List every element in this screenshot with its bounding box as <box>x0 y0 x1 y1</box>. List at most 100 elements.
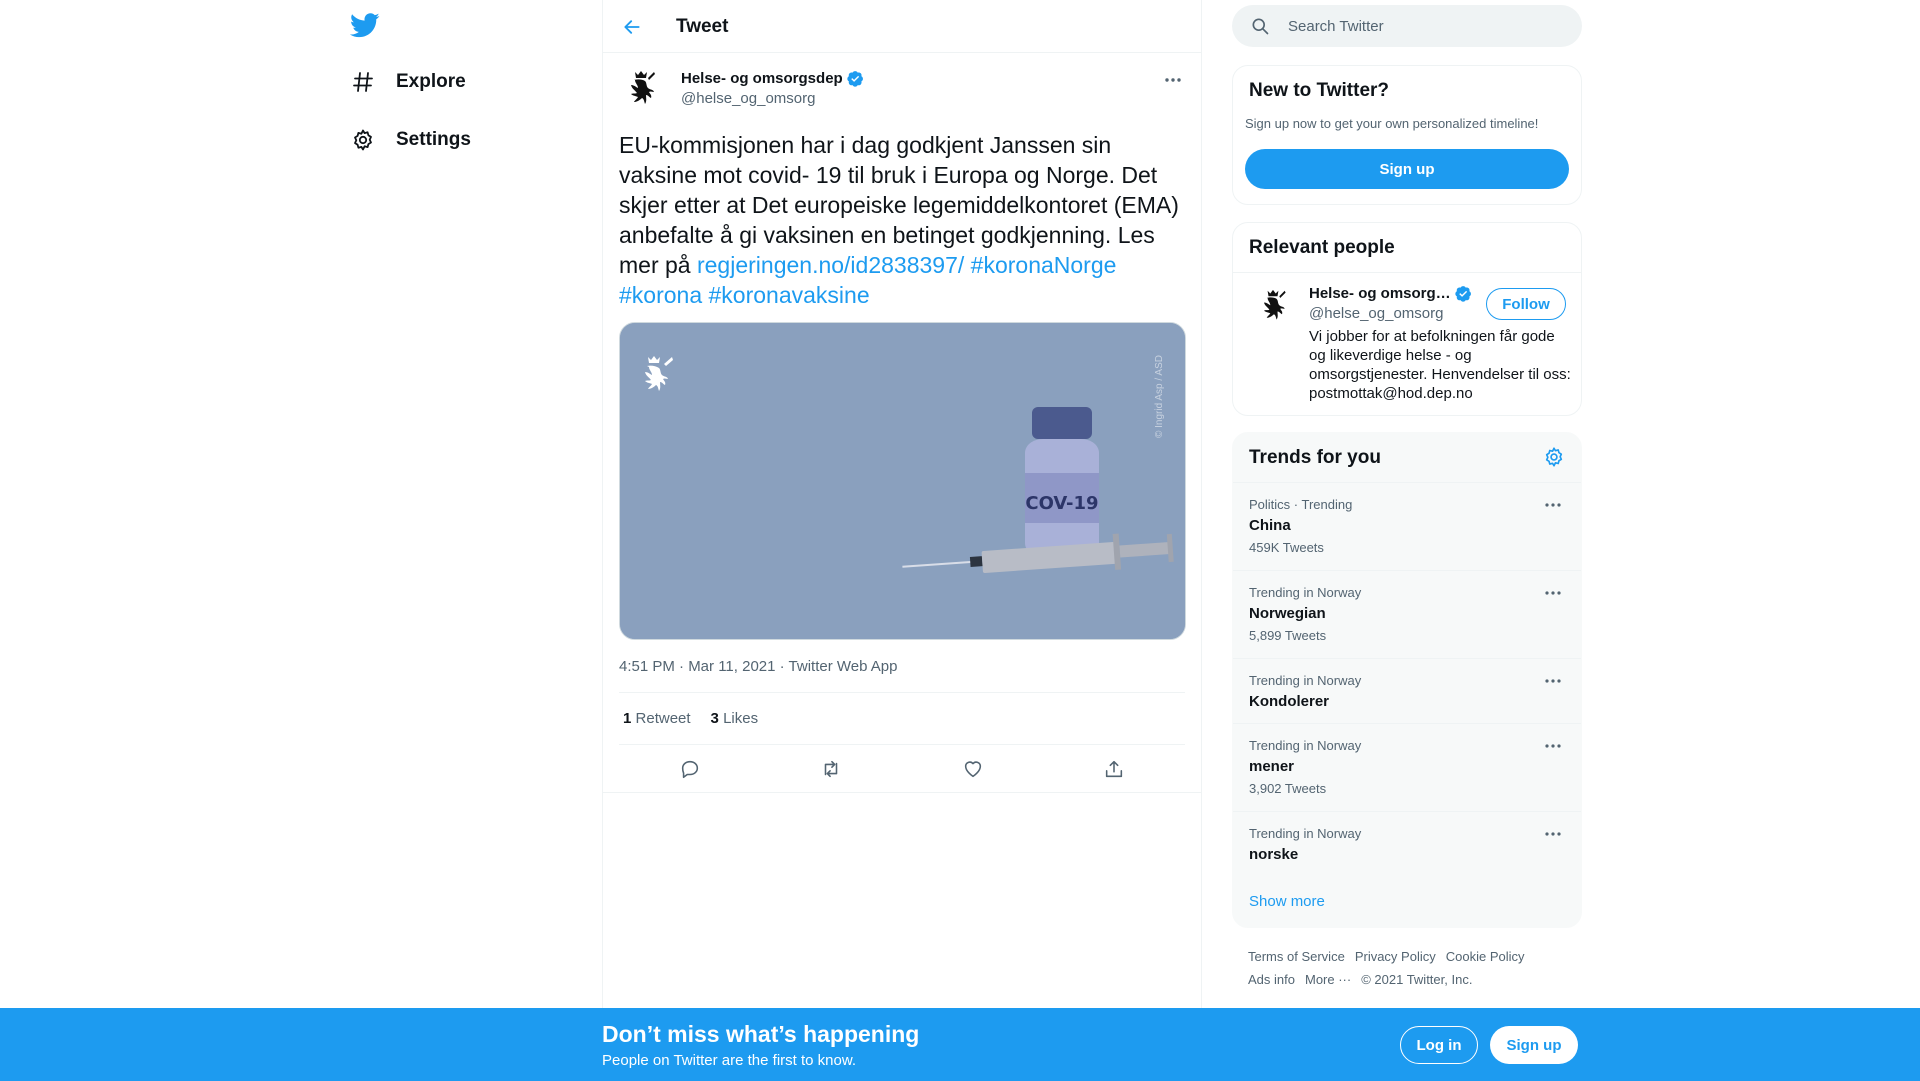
search-bar[interactable] <box>1232 5 1582 47</box>
tweet-more-button[interactable] <box>1161 70 1185 90</box>
share-button[interactable] <box>1099 756 1129 782</box>
reply-button[interactable] <box>675 756 705 782</box>
avatar[interactable] <box>1251 285 1295 329</box>
banner-signup-button[interactable]: Sign up <box>1490 1026 1578 1064</box>
more-dots-icon <box>1545 832 1561 836</box>
divider <box>1233 272 1581 273</box>
divider <box>603 792 1201 793</box>
likes-count: 3 <box>710 710 719 727</box>
author-name[interactable]: Helse- og omsorgsdep <box>681 70 864 87</box>
more-dots-icon <box>1545 679 1561 683</box>
trend-item[interactable]: Trending in Norway norske <box>1233 811 1581 876</box>
person-name-text: Helse- og omsorg… <box>1309 285 1451 302</box>
left-nav: Explore Settings <box>338 0 602 1008</box>
trend-item[interactable]: Trending in Norway Norwegian 5,899 Tweet… <box>1233 570 1581 658</box>
gear-icon[interactable] <box>1543 446 1565 468</box>
trend-item[interactable]: Trending in Norway Kondolerer <box>1233 658 1581 723</box>
hashtag-link[interactable]: #korona <box>619 282 702 308</box>
likes-stat[interactable]: 3 Likes <box>711 710 759 727</box>
nav-settings-label: Settings <box>396 129 471 150</box>
card-title: Relevant people <box>1249 237 1395 258</box>
person-bio: Vi jobber for at befolkningen får gode o… <box>1309 328 1571 402</box>
nav-settings[interactable]: Settings <box>350 116 483 164</box>
footer-link[interactable]: Ads info <box>1248 972 1295 987</box>
share-icon <box>1106 760 1123 778</box>
vaccine-vial: COV-19 <box>1025 407 1099 553</box>
heart-icon <box>964 761 981 778</box>
signup-banner: Don’t miss what’s happening People on Tw… <box>0 1008 1920 1081</box>
trends-card: Trends for you Politics · Trending China… <box>1232 432 1582 928</box>
footer-link[interactable]: More ··· <box>1305 972 1351 987</box>
nav-explore-label: Explore <box>396 71 466 92</box>
image-credit: © Ingrid Asp / ASD <box>1154 355 1165 438</box>
tweet-author: Helse- og omsorgsdep @helse_og_omsorg <box>619 68 1185 114</box>
nav-explore[interactable]: Explore <box>350 58 478 106</box>
trend-count: 459K Tweets <box>1249 540 1324 555</box>
trend-item[interactable]: Politics · Trending China 459K Tweets <box>1233 482 1581 570</box>
tweet-text: EU-kommisjonen har i dag godkjent Jansse… <box>619 130 1189 310</box>
person-name[interactable]: Helse- og omsorg… <box>1309 285 1472 302</box>
sidebar-signup-button[interactable]: Sign up <box>1245 149 1569 189</box>
login-button[interactable]: Log in <box>1400 1026 1478 1064</box>
retweets-label: Retweet <box>635 710 691 727</box>
verified-badge-icon <box>847 71 863 87</box>
follow-button[interactable]: Follow <box>1486 288 1566 320</box>
trend-more-button[interactable] <box>1541 583 1565 603</box>
tweet-actions <box>619 756 1185 782</box>
banner-subtitle: People on Twitter are the first to know. <box>602 1052 857 1069</box>
trend-more-button[interactable] <box>1541 736 1565 756</box>
reply-icon <box>681 760 698 779</box>
tweet-stats: 1 Retweet 3 Likes <box>623 710 778 727</box>
footer-link[interactable]: Terms of Service <box>1248 949 1345 964</box>
card-title: Trends for you <box>1249 447 1381 468</box>
search-input[interactable] <box>1288 17 1568 35</box>
footer-link[interactable]: Privacy Policy <box>1355 949 1436 964</box>
page-title: Tweet <box>676 16 729 37</box>
tweet-image[interactable]: © Ingrid Asp / ASD COV-19 <box>619 322 1186 640</box>
likes-label: Likes <box>723 710 759 727</box>
show-more-link[interactable]: Show more <box>1249 893 1325 910</box>
footer-link[interactable]: Cookie Policy <box>1446 949 1525 964</box>
more-dots-icon <box>1545 744 1561 748</box>
tweet-column: Tweet Helse- og omsorgsdep @helse_og_oms… <box>602 0 1202 1008</box>
trend-more-button[interactable] <box>1541 495 1565 515</box>
tweet-link[interactable]: regjeringen.no/id2838397/ <box>697 252 964 278</box>
more-dots-icon <box>1545 503 1561 507</box>
gear-icon <box>350 127 376 153</box>
retweets-count: 1 <box>623 710 632 727</box>
trend-name: norske <box>1249 846 1299 863</box>
trend-count: 5,899 Tweets <box>1249 628 1327 643</box>
new-to-twitter-card: New to Twitter? Sign up now to get your … <box>1232 65 1582 205</box>
hashtag-icon <box>350 69 376 95</box>
hashtag-link[interactable]: #koronaNorge <box>971 252 1117 278</box>
page: Explore Settings Tweet Helse- og omsorgs… <box>0 0 1920 1081</box>
author-handle[interactable]: @helse_og_omsorg <box>681 90 815 107</box>
avatar[interactable] <box>619 68 663 112</box>
twitter-bird-icon[interactable] <box>349 10 380 40</box>
retweet-icon <box>824 760 838 778</box>
like-button[interactable] <box>958 756 988 782</box>
tweet-header: Tweet <box>603 0 1201 53</box>
back-button[interactable] <box>617 12 647 42</box>
divider <box>619 692 1185 693</box>
copyright: © 2021 Twitter, Inc. <box>1361 972 1473 987</box>
arrow-left-icon <box>624 20 640 34</box>
retweet-button[interactable] <box>816 756 846 782</box>
tweet-timestamp[interactable]: 4:51 PM · Mar 11, 2021 · Twitter Web App <box>619 658 897 675</box>
trend-name: mener <box>1249 758 1295 775</box>
person-handle[interactable]: @helse_og_omsorg <box>1309 305 1443 322</box>
trend-meta: Trending in Norway <box>1249 585 1362 600</box>
hashtag-link[interactable]: #koronavaksine <box>709 282 870 308</box>
card-title: New to Twitter? <box>1249 80 1390 101</box>
norwegian-lion-crest-icon <box>1264 289 1286 320</box>
author-name-text: Helse- og omsorgsdep <box>681 70 843 87</box>
verified-badge-icon <box>1455 286 1471 302</box>
retweets-stat[interactable]: 1 Retweet <box>623 710 691 727</box>
trend-meta: Trending in Norway <box>1249 826 1362 841</box>
trend-item[interactable]: Trending in Norway mener 3,902 Tweets <box>1233 723 1581 811</box>
footer-links: Terms of Service Privacy Policy Cookie Pol… <box>1248 945 1578 991</box>
trend-more-button[interactable] <box>1541 824 1565 844</box>
relevant-people-card: Relevant people Helse- og omsorg… @helse… <box>1232 222 1582 416</box>
trend-count: 3,902 Tweets <box>1249 781 1327 796</box>
trend-more-button[interactable] <box>1541 671 1565 691</box>
